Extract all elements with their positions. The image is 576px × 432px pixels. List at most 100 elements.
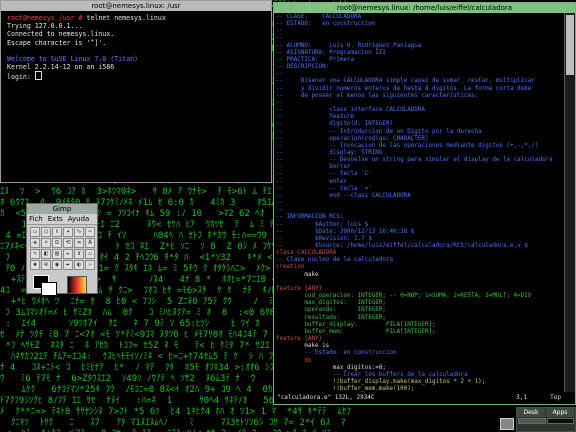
convolve-icon[interactable]: ◉	[52, 260, 62, 270]
select-ellipse-icon[interactable]: ◯	[41, 227, 51, 237]
crop-icon[interactable]: ⊡	[52, 238, 62, 248]
smudge-icon[interactable]: ☉	[85, 260, 95, 270]
terminal-titlebar[interactable]: root@nemesys.linux: /usr	[1, 1, 271, 11]
code-comment-line: -- -- Invocacion de las operaciones medi…	[276, 142, 539, 149]
gradient-swatch[interactable]	[67, 276, 87, 294]
code-comment-line: -- de poseer al menos las siguientes car…	[276, 92, 479, 99]
code-line: max_digitos:=8;	[276, 364, 386, 371]
terminal-text: telnet nemesys.linux	[82, 14, 166, 22]
code-comment-line: -- ASIGNATURA: Programacion III	[276, 49, 386, 56]
code-comment-line: -- display: STRING	[276, 149, 383, 156]
scrollbar-thumb[interactable]	[566, 15, 574, 75]
terminal-line: Escape character is '^]'.	[7, 39, 265, 47]
desktop-pager[interactable]: Desk Apps	[516, 407, 576, 432]
code-comment-line: -- DESCRIPCION:	[276, 64, 330, 71]
gimp-titlebar[interactable]: Gimp	[27, 204, 97, 214]
code-comment-line: --	[276, 207, 287, 214]
gimp-color-swatches[interactable]	[27, 273, 97, 297]
terminal-window[interactable]: root@nemesys.linux: /usr root@nemesys /u…	[0, 0, 272, 183]
flip-icon[interactable]: ⇋	[74, 238, 84, 248]
transform-icon[interactable]: ⟲	[63, 238, 73, 248]
terminal-text: login:	[7, 73, 35, 82]
login-banner: Welcome to SuSE Linux 7.0 (Titan)	[7, 55, 139, 64]
terminal-line: Trying 127.0.0.1...	[7, 22, 265, 30]
code-line: feature {ANY}	[276, 336, 323, 343]
bezier-icon[interactable]: ∿	[74, 227, 84, 237]
code-comment-line: --	[276, 71, 287, 78]
code-line: -- Clase nucleo de la calculadora	[276, 257, 394, 264]
clone-icon[interactable]: ⊕	[41, 260, 51, 270]
shell-prompt: root@nemesys /usr #	[7, 14, 83, 22]
terminal-text: Trying 127.0.0.1...	[7, 22, 83, 31]
text-icon[interactable]: A	[85, 238, 95, 248]
code-comment-line: -- $Revision: 1.7 $	[276, 235, 372, 242]
code-comment-line: -- CLASE: CALCULADORA	[276, 14, 362, 20]
pager-desk-label[interactable]: Desk	[517, 408, 545, 417]
ink-icon[interactable]: ✒	[63, 260, 73, 270]
magic-wand-icon[interactable]: ✦	[63, 227, 73, 237]
terminal-line: Welcome to SuSE Linux 7.0 (Titan)	[7, 55, 265, 63]
code-line: resultado: INTEGER;	[276, 314, 386, 321]
code-comment-line: --	[276, 200, 287, 207]
lasso-icon[interactable]: ℓ	[52, 227, 62, 237]
code-comment-line: -- end --class CALCULADORA	[276, 192, 411, 199]
bucket-icon[interactable]: ◧	[41, 249, 51, 259]
code-line: class CALCULADORA	[276, 250, 337, 257]
code-comment-line: -- operacion(codigo: CHARACTER)	[276, 135, 429, 142]
code-line: creation	[276, 264, 305, 271]
pager-apps-label[interactable]: Apps	[546, 408, 574, 417]
dodge-icon[interactable]: ◐	[74, 260, 84, 270]
pager-desktop-1[interactable]	[518, 418, 546, 424]
magnify-icon[interactable]: ⌕	[41, 238, 51, 248]
code-line: max_digitos: INTEGER;	[276, 300, 386, 307]
terminal-output[interactable]: root@nemesys /usr # telnet nemesys.linux…	[1, 11, 271, 85]
editor-scrollbar[interactable]	[564, 13, 575, 392]
paintbrush-icon[interactable]: ɤ	[74, 249, 84, 259]
code-line: -- Estado: en construccion	[276, 350, 397, 357]
code-comment-line: -- enter	[276, 178, 347, 185]
code-comment-line: -- class interface CALCULADORA	[276, 107, 425, 114]
pager-desktop-2[interactable]	[546, 418, 574, 424]
pencil-icon[interactable]: ✏	[63, 249, 73, 259]
editor-titlebar[interactable]: root@nemesys.linux: /home/luis/eiffel/ca…	[274, 3, 575, 13]
background-color-swatch[interactable]	[41, 282, 57, 296]
code-comment-line: -- -- Devuelve un string para simular el…	[276, 157, 553, 164]
code-comment-line: -- borrar	[276, 164, 351, 171]
code-comment-line: -- -- Introduccion de un Digito por la d…	[276, 128, 482, 135]
gradient-icon[interactable]: ▤	[52, 249, 62, 259]
terminal-text: Escape character is '^]'.	[7, 38, 107, 47]
dock-app-icon[interactable]	[500, 418, 514, 430]
editor-status-line: "calculadora.e" 132L, 2934C 3,1 Top	[274, 392, 575, 404]
code-comment-line: -- y dividir numeros enteros de hasta 8 …	[276, 85, 532, 92]
move-icon[interactable]: ✥	[30, 238, 40, 248]
menu-fich[interactable]: Fich	[29, 215, 43, 223]
terminal-cursor	[34, 71, 42, 81]
eraser-icon[interactable]: ▱	[85, 249, 95, 259]
terminal-line: login:	[7, 71, 265, 81]
code-comment-line: -- ESTADO: en construccion	[276, 21, 376, 28]
code-comment-line: -- feature	[276, 114, 355, 121]
scissors-icon[interactable]: ✂	[85, 227, 95, 237]
status-position: 3,1	[516, 394, 527, 401]
editor-window[interactable]: root@nemesys.linux: /home/luis/eiffel/ca…	[273, 2, 576, 405]
terminal-text: Kernel 2.2.14-12 on an i586	[7, 63, 115, 72]
gimp-menubar: Fich Exts Ayuda	[27, 214, 97, 225]
taskbar: Desk Apps	[0, 407, 576, 432]
menu-ayuda[interactable]: Ayuda	[68, 215, 90, 223]
code-comment-line: --	[276, 99, 287, 106]
terminal-line: root@nemesys /usr # telnet nemesys.linux	[7, 14, 265, 22]
code-comment-line: -- $Date: 2000/12/13 16:40:38 $	[276, 228, 415, 235]
editor-text-area[interactable]: -- CLASE: CALCULADORA -- ESTADO: en const…	[274, 13, 564, 392]
menu-exts[interactable]: Exts	[48, 215, 63, 223]
code-line: !!buffer_display.make(max_digitos * 2 + …	[276, 378, 486, 385]
airbrush-icon[interactable]: ✺	[30, 260, 40, 270]
select-rect-icon[interactable]: ▭	[30, 227, 40, 237]
code-comment-line: -- -- tecla '='	[276, 185, 372, 192]
color-picker-icon[interactable]: ✎	[30, 249, 40, 259]
code-comment-line: -- Disenar una CALCULADORA simple capaz …	[276, 78, 535, 85]
code-line: do	[276, 357, 312, 364]
status-file: "calculadora.e" 132L, 2934C	[277, 394, 375, 401]
code-line: make	[276, 271, 319, 278]
gimp-toolbox-window[interactable]: Gimp Fich Exts Ayuda ▭ ◯ ℓ ✦ ∿ ✂ ✥ ⌕ ⊡ ⟲ ⇋ A ✎ ◧ ▤ ✏ ɤ ▱ ✺ ⊕ ◉…	[26, 203, 98, 297]
code-line: buffer_mem: PILA[INTEGER];	[276, 328, 436, 335]
